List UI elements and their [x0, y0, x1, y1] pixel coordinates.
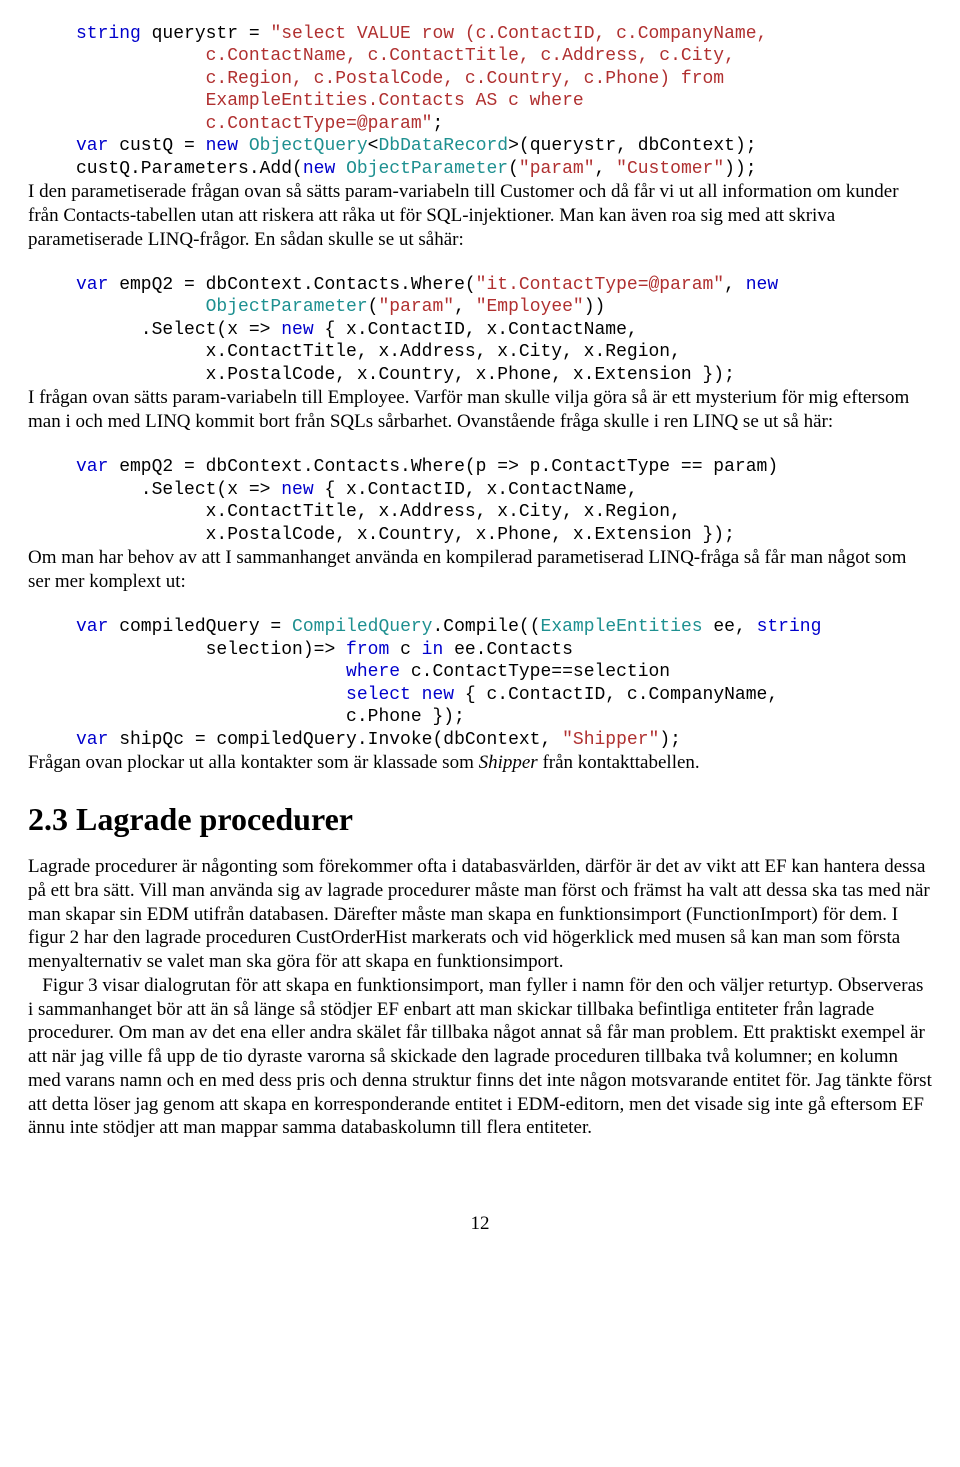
code-text: c.ContactType==selection: [400, 662, 670, 682]
code-text: [76, 297, 206, 317]
kw: var: [76, 617, 108, 637]
str: "Employee": [476, 297, 584, 317]
paragraph-5: Lagrade procedurer är någonting som före…: [28, 855, 932, 974]
paragraph-1: I den parametiserade frågan ovan så sätt…: [28, 180, 932, 251]
code-text: (: [368, 297, 379, 317]
kw: in: [422, 640, 444, 660]
code-text: ee,: [703, 617, 757, 637]
str: ExampleEntities.Contacts AS c where: [76, 91, 584, 111]
code-text: .Select(x =>: [76, 320, 281, 340]
code-block-1: string querystr = "select VALUE row (c.C…: [28, 0, 932, 180]
kw: var: [76, 275, 108, 295]
code-text: [411, 685, 422, 705]
code-text: { c.ContactID, c.CompanyName,: [454, 685, 778, 705]
kw: var: [76, 457, 108, 477]
kw: new: [746, 275, 778, 295]
type: CompiledQuery: [292, 617, 432, 637]
code-text: );: [659, 730, 681, 750]
code-text: { x.ContactID, x.ContactName,: [314, 480, 638, 500]
code-text: compiledQuery =: [108, 617, 292, 637]
code-text: [335, 159, 346, 179]
code-text: (: [508, 159, 519, 179]
code-text: >(querystr, dbContext);: [508, 136, 756, 156]
text: från kontakttabellen.: [538, 752, 700, 773]
type: DbDataRecord: [378, 136, 508, 156]
kw: var: [76, 136, 108, 156]
code-text: empQ2 = dbContext.Contacts.Where(p => p.…: [108, 457, 778, 477]
kw: new: [303, 159, 335, 179]
code-text: ,: [595, 159, 617, 179]
kw: string: [757, 617, 822, 637]
paragraph-2: I frågan ovan sätts param-variabeln till…: [28, 386, 932, 434]
kw: select: [346, 685, 411, 705]
code-block-3: var empQ2 = dbContext.Contacts.Where(p =…: [28, 434, 932, 547]
str: "param": [378, 297, 454, 317]
str: c.ContactName, c.ContactTitle, c.Address…: [76, 46, 735, 66]
code-text: )): [584, 297, 606, 317]
code-text: ));: [724, 159, 756, 179]
code-text: shipQc = compiledQuery.Invoke(dbContext,: [108, 730, 562, 750]
kw: var: [76, 730, 108, 750]
str: "it.ContactType=@param": [476, 275, 724, 295]
code-text: ee.Contacts: [443, 640, 573, 660]
code-text: c: [389, 640, 421, 660]
code-text: x.ContactTitle, x.Address, x.City, x.Reg…: [76, 342, 681, 362]
str: "Customer": [616, 159, 724, 179]
code-block-2: var empQ2 = dbContext.Contacts.Where("it…: [28, 251, 932, 386]
code-text: ;: [432, 114, 443, 134]
paragraph-3: Om man har behov av att I sammanhanget a…: [28, 546, 932, 594]
str: "select VALUE row (c.ContactID, c.Compan…: [270, 24, 767, 44]
type: ObjectParameter: [206, 297, 368, 317]
kw: where: [346, 662, 400, 682]
code-text: empQ2 = dbContext.Contacts.Where(: [108, 275, 475, 295]
code-text: .Compile((: [432, 617, 540, 637]
emphasis: Shipper: [479, 752, 538, 773]
str: c.Region, c.PostalCode, c.Country, c.Pho…: [76, 69, 724, 89]
code-text: custQ.Parameters.Add(: [76, 159, 303, 179]
code-text: x.ContactTitle, x.Address, x.City, x.Reg…: [76, 502, 681, 522]
code-text: x.PostalCode, x.Country, x.Phone, x.Exte…: [76, 365, 735, 385]
code-text: [76, 662, 346, 682]
type: ObjectQuery: [249, 136, 368, 156]
str: "Shipper": [562, 730, 659, 750]
type: ObjectParameter: [346, 159, 508, 179]
code-text: custQ =: [108, 136, 205, 156]
type: ExampleEntities: [541, 617, 703, 637]
kw: new: [281, 480, 313, 500]
text: Frågan ovan plockar ut alla kontakter so…: [28, 752, 479, 773]
code-block-4: var compiledQuery = CompiledQuery.Compil…: [28, 594, 932, 752]
str: c.ContactType=@param": [76, 114, 432, 134]
code-text: ,: [724, 275, 746, 295]
kw: new: [422, 685, 454, 705]
paragraph-6: Figur 3 visar dialogrutan för att skapa …: [28, 974, 932, 1140]
kw: new: [206, 136, 238, 156]
code-text: { x.ContactID, x.ContactName,: [314, 320, 638, 340]
kw: string: [76, 24, 141, 44]
code-text: x.PostalCode, x.Country, x.Phone, x.Exte…: [76, 525, 735, 545]
code-text: .Select(x =>: [76, 480, 281, 500]
code-text: <: [368, 136, 379, 156]
paragraph-4: Frågan ovan plockar ut alla kontakter so…: [28, 751, 932, 775]
code-text: [238, 136, 249, 156]
section-heading: 2.3 Lagrade procedurer: [28, 799, 932, 839]
kw: new: [281, 320, 313, 340]
code-text: querystr =: [141, 24, 271, 44]
code-text: selection)=>: [76, 640, 346, 660]
page-number: 12: [28, 1212, 932, 1236]
kw: from: [346, 640, 389, 660]
code-text: ,: [454, 297, 476, 317]
str: "param": [519, 159, 595, 179]
code-text: c.Phone });: [76, 707, 465, 727]
code-text: [76, 685, 346, 705]
